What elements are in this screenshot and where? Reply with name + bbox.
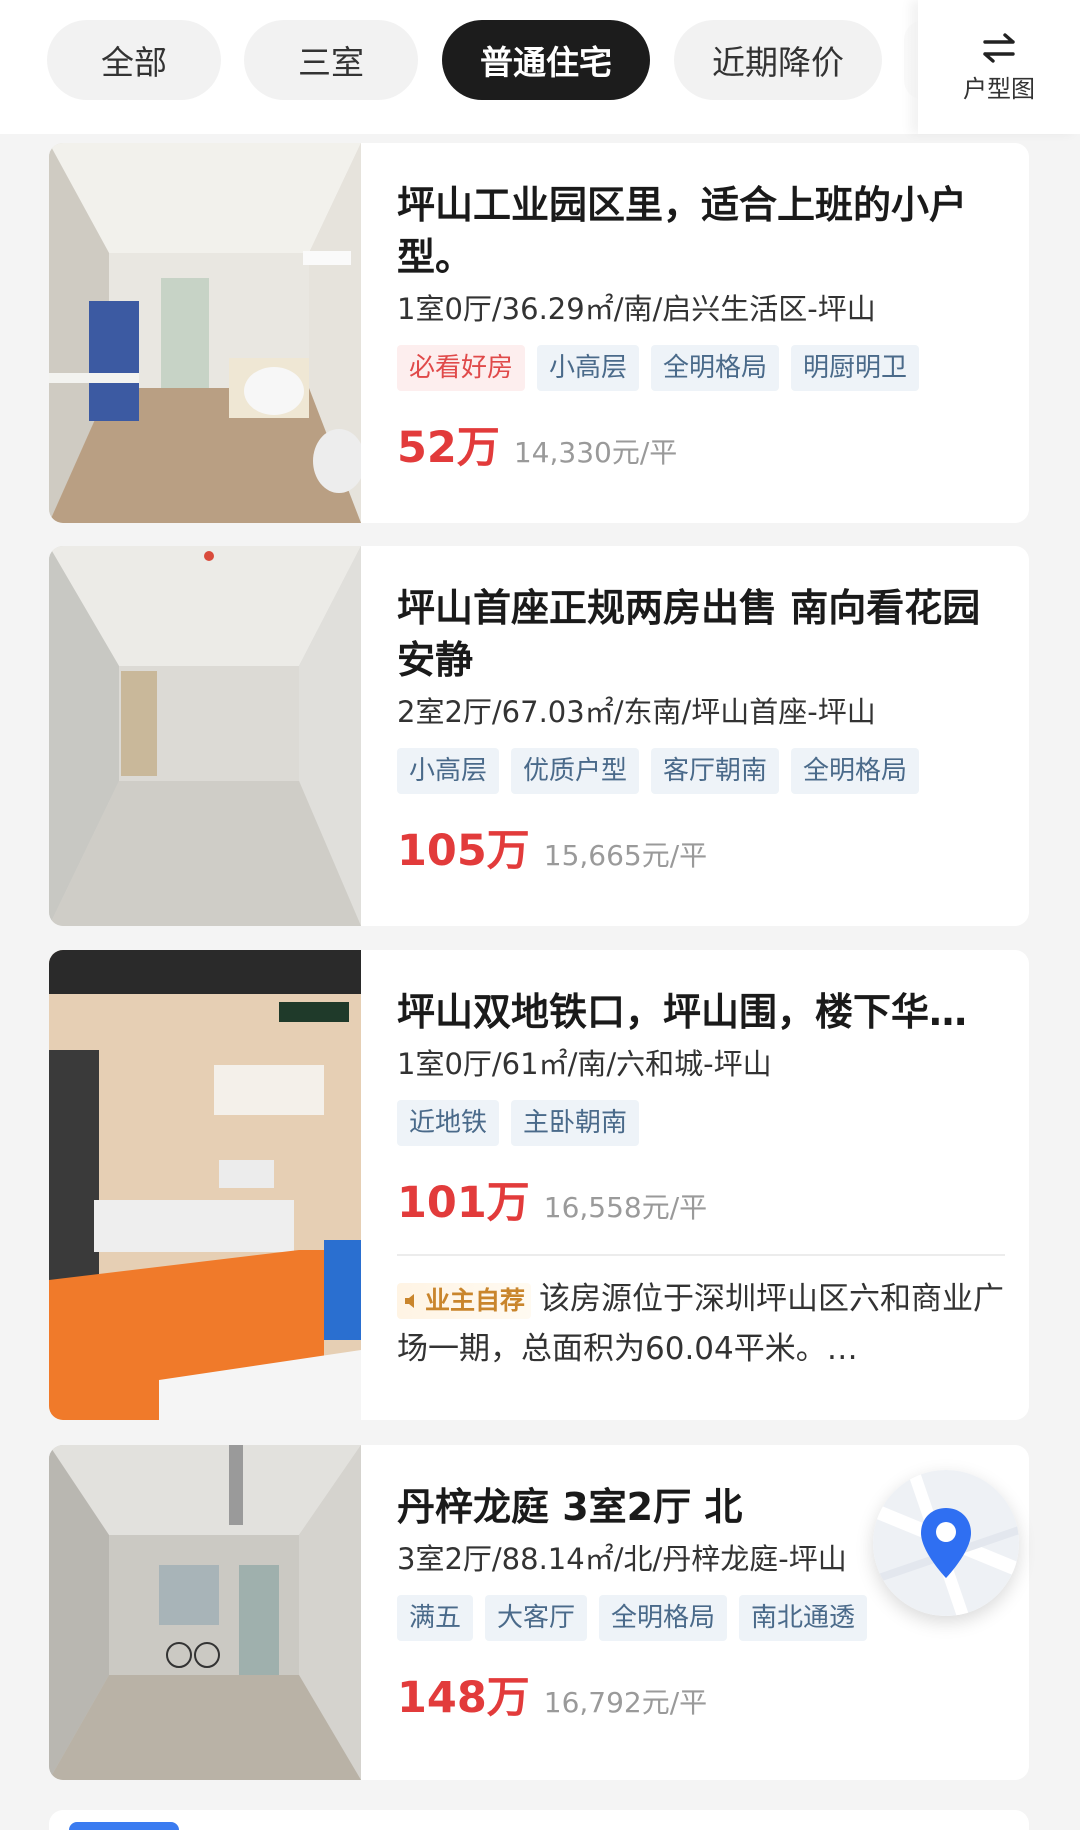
listing-card[interactable]: 丹梓龙庭 3室2厅 北 3室2厅/88.14㎡/北/丹梓龙庭-坪山 满五 大客厅…: [49, 1445, 1029, 1780]
room-photo-image: [49, 1445, 361, 1780]
owner-badge-label: 业主自荐: [425, 1285, 526, 1315]
speaker-icon: [405, 1293, 414, 1308]
listing-card[interactable]: 坪山工业园区里，适合上班的小户型。 1室0厅/36.29㎡/南/启兴生活区-坪山…: [49, 143, 1029, 523]
listing-title[interactable]: 坪山工业园区里，适合上班的小户型。: [397, 179, 1005, 283]
owner-recommendation[interactable]: 业主自荐 该房源位于深圳坪山区六和商业广场一期，总面积为60.04平米。…: [397, 1274, 1005, 1374]
tag: 小高层: [397, 748, 500, 794]
filter-fade: [880, 0, 920, 134]
filter-bar: 全部 三室 普通住宅 近期降价 户型图: [0, 0, 1080, 134]
tag: 满五: [397, 1595, 474, 1641]
room-photo-image: [49, 143, 361, 523]
owner-badge: 业主自荐: [397, 1282, 532, 1319]
filter-chip-all[interactable]: 全部: [47, 20, 221, 100]
unit-price: 14,330元/平: [513, 436, 678, 469]
map-button[interactable]: [873, 1470, 1019, 1616]
listing-badge: [69, 1822, 179, 1830]
total-price: 52万: [397, 423, 500, 473]
next-listing-card[interactable]: [49, 1810, 1029, 1830]
total-price: 105万: [397, 826, 530, 876]
listing-title[interactable]: 坪山首座正规两房出售 南向看花园 安静: [397, 582, 1005, 686]
room-photo-image: [49, 950, 361, 1420]
listing-card[interactable]: 坪山首座正规两房出售 南向看花园 安静 2室2厅/67.03㎡/东南/坪山首座-…: [49, 546, 1029, 926]
swap-arrows-icon: [983, 32, 1015, 63]
total-price: 101万: [397, 1178, 530, 1228]
tag-must-see: 必看好房: [397, 345, 526, 391]
tag: 全明格局: [651, 345, 780, 391]
price-row: 52万 14,330元/平: [397, 413, 1005, 475]
filter-chip-ordinary-residence[interactable]: 普通住宅: [442, 20, 650, 100]
listing-meta: 2室2厅/67.03㎡/东南/坪山首座-坪山: [397, 695, 876, 729]
listing-tags: 近地铁 主卧朝南: [397, 1100, 1005, 1146]
listing-meta: 1室0厅/61㎡/南/六和城-坪山: [397, 1047, 772, 1081]
tag: 南北通透: [739, 1595, 868, 1641]
listing-photo[interactable]: [49, 546, 361, 926]
listing-photo[interactable]: [49, 950, 361, 1420]
listing-photo[interactable]: [49, 1445, 361, 1780]
tag: 主卧朝南: [511, 1100, 640, 1146]
filter-chip-three-rooms[interactable]: 三室: [244, 20, 418, 100]
listing-photo[interactable]: [49, 143, 361, 523]
price-row: 148万 16,792元/平: [397, 1663, 1005, 1725]
floor-plan-button[interactable]: 户型图: [918, 0, 1080, 134]
tag: 大客厅: [485, 1595, 588, 1641]
tag: 客厅朝南: [651, 748, 780, 794]
tag: 全明格局: [599, 1595, 728, 1641]
listing-tags: 必看好房 小高层 全明格局 明厨明卫: [397, 345, 1005, 391]
listing-meta: 1室0厅/36.29㎡/南/启兴生活区-坪山: [397, 292, 876, 326]
unit-price: 16,558元/平: [543, 1191, 708, 1224]
tag: 近地铁: [397, 1100, 500, 1146]
tag: 全明格局: [791, 748, 920, 794]
listing-title[interactable]: 坪山双地铁口，坪山围，楼下华…: [397, 986, 1005, 1038]
unit-price: 15,665元/平: [543, 839, 708, 872]
price-row: 101万 16,558元/平: [397, 1168, 1005, 1230]
listing-card[interactable]: 坪山双地铁口，坪山围，楼下华… 1室0厅/61㎡/南/六和城-坪山 近地铁 主卧…: [49, 950, 1029, 1420]
listing-tags: 小高层 优质户型 客厅朝南 全明格局: [397, 748, 1005, 794]
price-row: 105万 15,665元/平: [397, 816, 1005, 878]
total-price: 148万: [397, 1673, 530, 1723]
divider: [397, 1254, 1005, 1256]
map-pin-icon: [873, 1470, 1019, 1616]
room-photo-image: [49, 546, 361, 926]
floor-plan-label: 户型图: [963, 74, 1035, 103]
tag: 明厨明卫: [791, 345, 920, 391]
tag: 小高层: [537, 345, 640, 391]
filter-chip-recent-price-drop[interactable]: 近期降价: [674, 20, 882, 100]
tag: 优质户型: [511, 748, 640, 794]
unit-price: 16,792元/平: [543, 1686, 708, 1719]
